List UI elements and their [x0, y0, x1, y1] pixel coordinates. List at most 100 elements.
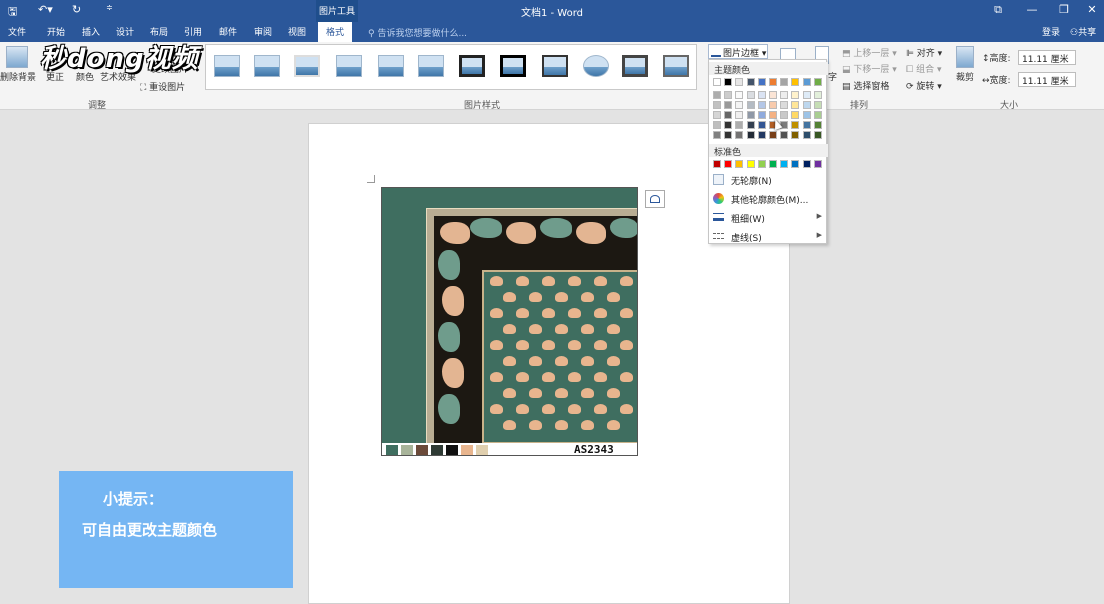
- standard-color-swatch[interactable]: [713, 160, 721, 168]
- standard-color-swatch[interactable]: [757, 160, 766, 168]
- theme-color-shade-swatch[interactable]: [746, 121, 755, 129]
- layout-options-button[interactable]: [645, 190, 665, 208]
- tab-mailings[interactable]: 邮件: [219, 25, 237, 38]
- height-input[interactable]: 11.11 厘米: [1018, 50, 1076, 65]
- theme-color-shade-swatch[interactable]: [813, 91, 822, 99]
- theme-color-shade-swatch[interactable]: [813, 111, 822, 119]
- theme-color-shade-swatch[interactable]: [735, 131, 744, 139]
- theme-color-shade-swatch[interactable]: [724, 111, 733, 119]
- crop-icon[interactable]: [956, 46, 974, 68]
- more-outline-colors-item[interactable]: 其他轮廓颜色(M)...: [709, 190, 828, 208]
- theme-color-shade-swatch[interactable]: [780, 91, 789, 99]
- theme-color-shade-swatch[interactable]: [757, 131, 766, 139]
- picture-style-thumb[interactable]: [378, 55, 404, 77]
- bring-forward-button[interactable]: ⬒ 上移一层 ▾: [842, 46, 897, 59]
- theme-color-swatch[interactable]: [735, 78, 744, 86]
- tab-home[interactable]: 开始: [47, 25, 65, 38]
- theme-color-shade-swatch[interactable]: [791, 91, 800, 99]
- theme-color-shade-swatch[interactable]: [724, 101, 733, 109]
- tab-view[interactable]: 视图: [288, 25, 306, 38]
- standard-color-swatch[interactable]: [769, 160, 777, 168]
- picture-style-thumb[interactable]: [542, 55, 568, 77]
- inserted-picture[interactable]: AS2343: [381, 187, 638, 456]
- picture-style-thumb[interactable]: [459, 55, 485, 77]
- theme-color-shade-swatch[interactable]: [813, 131, 822, 139]
- theme-color-shade-swatch[interactable]: [780, 131, 789, 139]
- standard-color-swatch[interactable]: [746, 160, 755, 168]
- theme-color-shade-swatch[interactable]: [769, 131, 777, 139]
- tab-insert[interactable]: 插入: [82, 25, 100, 38]
- theme-color-shade-swatch[interactable]: [757, 111, 766, 119]
- theme-color-shade-swatch[interactable]: [802, 131, 811, 139]
- tab-references[interactable]: 引用: [184, 25, 202, 38]
- share-button[interactable]: ⚇共享: [1070, 25, 1096, 38]
- theme-color-shade-swatch[interactable]: [713, 131, 721, 139]
- theme-color-shade-swatch[interactable]: [735, 91, 744, 99]
- theme-color-shade-swatch[interactable]: [791, 131, 800, 139]
- theme-color-shade-swatch[interactable]: [713, 91, 721, 99]
- remove-background-icon[interactable]: [6, 46, 28, 68]
- tab-layout[interactable]: 布局: [150, 25, 168, 38]
- theme-color-shade-swatch[interactable]: [791, 111, 800, 119]
- theme-color-shade-swatch[interactable]: [780, 101, 789, 109]
- theme-color-shade-swatch[interactable]: [724, 131, 733, 139]
- theme-color-shade-swatch[interactable]: [769, 91, 777, 99]
- theme-color-shade-swatch[interactable]: [757, 91, 766, 99]
- theme-color-swatch[interactable]: [769, 78, 777, 86]
- theme-color-shade-swatch[interactable]: [802, 91, 811, 99]
- theme-color-shade-swatch[interactable]: [791, 101, 800, 109]
- theme-color-shade-swatch[interactable]: [813, 101, 822, 109]
- picture-style-thumb[interactable]: [214, 55, 240, 77]
- selection-pane-button[interactable]: ▤ 选择窗格: [842, 79, 889, 92]
- picture-style-thumb[interactable]: [254, 55, 280, 77]
- picture-style-thumb[interactable]: [663, 55, 689, 77]
- theme-color-shade-swatch[interactable]: [791, 121, 800, 129]
- minimize-button[interactable]: —: [1018, 0, 1046, 22]
- theme-color-shade-swatch[interactable]: [769, 101, 777, 109]
- theme-color-shade-swatch[interactable]: [757, 121, 766, 129]
- picture-style-thumb[interactable]: [622, 55, 648, 77]
- no-outline-item[interactable]: 无轮廓(N): [709, 171, 828, 189]
- login-link[interactable]: 登录: [1042, 25, 1060, 38]
- tab-format[interactable]: 格式: [318, 22, 353, 42]
- theme-color-shade-swatch[interactable]: [757, 101, 766, 109]
- theme-color-swatch[interactable]: [713, 78, 721, 86]
- standard-color-swatch[interactable]: [791, 160, 800, 168]
- wrap-text-label[interactable]: 字: [828, 70, 837, 83]
- theme-color-shade-swatch[interactable]: [724, 91, 733, 99]
- theme-color-swatch[interactable]: [724, 78, 733, 86]
- theme-color-swatch[interactable]: [802, 78, 811, 86]
- crop-button[interactable]: 裁剪: [956, 70, 974, 83]
- theme-color-swatch[interactable]: [813, 78, 822, 86]
- theme-color-shade-swatch[interactable]: [813, 121, 822, 129]
- tab-file[interactable]: 文件: [8, 25, 26, 38]
- theme-color-shade-swatch[interactable]: [746, 101, 755, 109]
- theme-color-shade-swatch[interactable]: [802, 111, 811, 119]
- picture-style-thumb[interactable]: [500, 55, 526, 77]
- tab-review[interactable]: 审阅: [254, 25, 272, 38]
- reset-picture-button[interactable]: ⛶ 重设图片: [140, 80, 185, 93]
- theme-color-shade-swatch[interactable]: [713, 121, 721, 129]
- group-button[interactable]: ⧠ 组合 ▾: [906, 62, 941, 75]
- tab-design[interactable]: 设计: [116, 25, 134, 38]
- ribbon-display-options-icon[interactable]: ⧉: [984, 0, 1012, 22]
- theme-color-shade-swatch[interactable]: [713, 111, 721, 119]
- theme-color-shade-swatch[interactable]: [735, 121, 744, 129]
- rotate-button[interactable]: ⟳ 旋转 ▾: [906, 79, 942, 92]
- picture-style-thumb[interactable]: [418, 55, 444, 77]
- theme-color-shade-swatch[interactable]: [724, 121, 733, 129]
- send-backward-button[interactable]: ⬓ 下移一层 ▾: [842, 62, 897, 75]
- picture-border-button[interactable]: 图片边框 ▾: [708, 44, 768, 59]
- standard-color-swatch[interactable]: [724, 160, 733, 168]
- standard-color-swatch[interactable]: [813, 160, 822, 168]
- theme-color-swatch[interactable]: [757, 78, 766, 86]
- picture-style-thumb[interactable]: [294, 55, 320, 77]
- theme-color-swatch[interactable]: [746, 78, 755, 86]
- theme-color-shade-swatch[interactable]: [735, 101, 744, 109]
- theme-color-shade-swatch[interactable]: [713, 101, 721, 109]
- theme-color-shade-swatch[interactable]: [746, 131, 755, 139]
- theme-color-shade-swatch[interactable]: [746, 111, 755, 119]
- standard-color-swatch[interactable]: [802, 160, 811, 168]
- standard-color-swatch[interactable]: [735, 160, 744, 168]
- theme-color-shade-swatch[interactable]: [802, 121, 811, 129]
